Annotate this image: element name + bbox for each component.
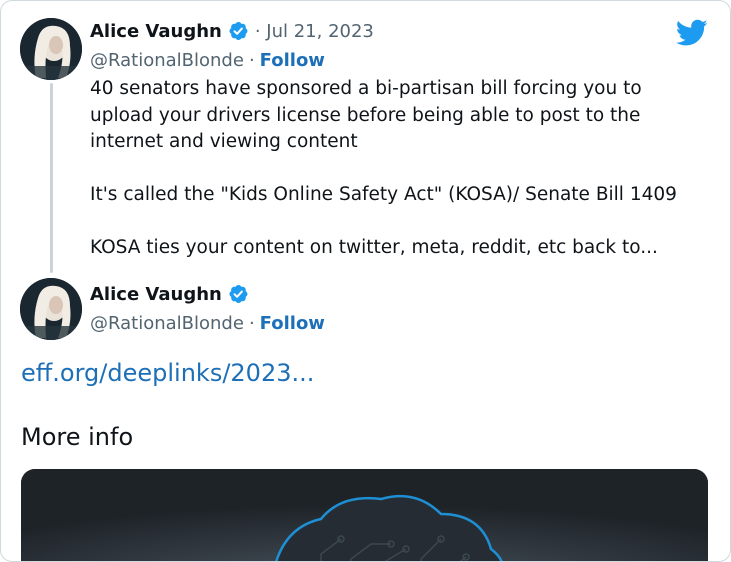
separator-dot: ·	[248, 50, 255, 71]
reply-author-name[interactable]: Alice Vaughn	[90, 284, 222, 305]
separator-dot: ·	[248, 313, 255, 334]
thread-connector-line	[50, 83, 53, 273]
reply-header: Alice Vaughn	[90, 283, 249, 305]
verified-badge-icon	[229, 22, 248, 40]
more-info-heading: More info	[21, 423, 134, 451]
article-link[interactable]: eff.org/deeplinks/2023...	[21, 359, 314, 387]
reply-author-avatar[interactable]	[20, 278, 82, 340]
twitter-bird-icon[interactable]	[676, 19, 708, 47]
reply-follow-button[interactable]: Follow	[260, 313, 325, 334]
tweet-body: 40 senators have sponsored a bi-partisan…	[90, 76, 710, 262]
author-name[interactable]: Alice Vaughn	[90, 21, 222, 42]
tweet-date[interactable]: · Jul 21, 2023	[255, 21, 374, 42]
follow-button[interactable]: Follow	[260, 50, 325, 71]
link-preview-image[interactable]	[21, 469, 708, 561]
reply-handle-row: @RationalBlonde · Follow	[90, 313, 325, 334]
tweet-header: Alice Vaughn · Jul 21, 2023	[90, 20, 374, 42]
tweet-paragraph: It's called the "Kids Online Safety Act"…	[90, 184, 677, 205]
embedded-tweet-card: Alice Vaughn · Jul 21, 2023 @RationalBlo…	[0, 0, 731, 562]
reply-author-handle[interactable]: @RationalBlonde	[90, 313, 244, 334]
tweet-paragraph: KOSA ties your content on twitter, meta,…	[90, 237, 658, 258]
tweet-paragraph: 40 senators have sponsored a bi-partisan…	[90, 78, 642, 152]
author-handle[interactable]: @RationalBlonde	[90, 50, 244, 71]
tweet-handle-row: @RationalBlonde · Follow	[90, 50, 325, 71]
verified-badge-icon	[229, 285, 248, 303]
author-avatar[interactable]	[20, 18, 82, 80]
